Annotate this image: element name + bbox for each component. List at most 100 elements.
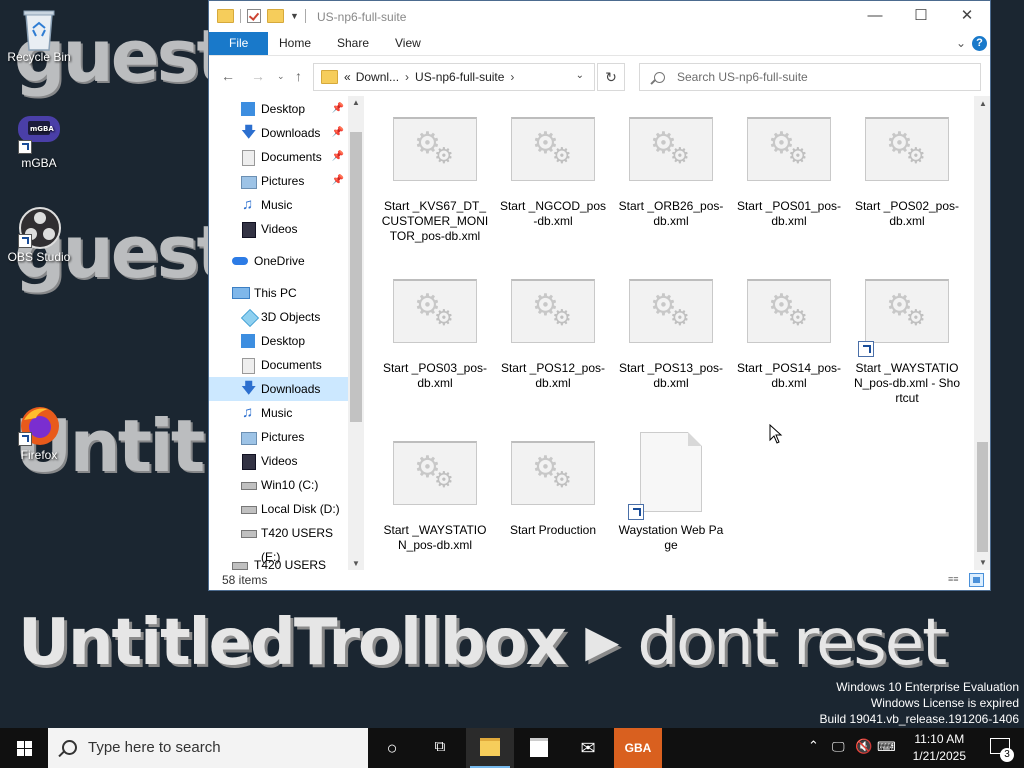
desktop-icon-obs[interactable]: OBS Studio <box>4 206 74 264</box>
file-item[interactable]: ⚙ ⚙ Start _ORB26_pos-db.xml <box>616 117 726 229</box>
file-item[interactable]: ⚙ ⚙ Start _WAYSTATION_pos-db.xml <box>380 441 490 553</box>
file-item[interactable]: ⚙ ⚙ Start Production <box>498 441 608 538</box>
content-scrollbar[interactable]: ▲ ▼ <box>974 96 990 570</box>
keyboard-icon[interactable]: ⌨ <box>877 739 896 755</box>
network-icon[interactable]: 🖵 <box>832 739 845 755</box>
ribbon-tabs: File Home Share View ⌄ ? <box>209 32 990 56</box>
nav-item-music[interactable]: ♫ Music <box>209 193 348 217</box>
file-item[interactable]: ⚙ ⚙ Start _POS03_pos-db.xml <box>380 279 490 391</box>
close-button[interactable]: ✕ <box>944 1 990 32</box>
address-dropdown-icon[interactable]: ⌄ <box>576 70 584 81</box>
file-item[interactable]: ⚙ ⚙ Start _WAYSTATION_pos-db.xml - Shortc… <box>852 279 962 406</box>
desktop-icon-recycle-bin[interactable]: Recycle Bin <box>4 6 74 64</box>
back-arrow-icon[interactable]: ← <box>221 68 235 84</box>
videos-icon <box>242 454 256 470</box>
customize-toolbar-icon[interactable]: ▼ <box>290 11 299 21</box>
nav-label: 3D Objects <box>261 310 321 324</box>
tab-share[interactable]: Share <box>323 32 383 55</box>
chevron-right-icon[interactable]: › <box>405 70 409 84</box>
file-label: Start _POS02_pos-db.xml <box>854 199 960 228</box>
desktop-icon-mgba[interactable]: mGBA mGBA <box>4 112 74 170</box>
details-view-icon[interactable] <box>948 569 963 589</box>
nav-item-desktop[interactable]: Desktop 📌 <box>209 97 348 121</box>
breadcrumb-downloads[interactable]: Downl... <box>356 70 399 84</box>
file-item[interactable]: ⚙ ⚙ Start _POS13_pos-db.xml <box>616 279 726 391</box>
scrollbar-thumb[interactable] <box>977 442 988 552</box>
recent-locations-icon[interactable]: ⌄ <box>277 71 285 82</box>
taskbar-mail[interactable]: ✉ <box>564 728 612 768</box>
explorer-window[interactable]: ▼ US-np6-full-suite — ☐ ✕ File Home Shar… <box>208 0 991 591</box>
search-input[interactable]: Search US-np6-full-suite <box>639 63 981 91</box>
breadcrumb-current[interactable]: US-np6-full-suite <box>415 70 504 84</box>
volume-muted-icon[interactable]: 🔇 <box>855 738 872 755</box>
nav-item-videos-pc[interactable]: Videos <box>209 449 348 473</box>
address-bar[interactable]: « Downl... › US-np6-full-suite › ⌄ <box>313 63 595 91</box>
clock[interactable]: 11:10 AM 1/21/2025 <box>913 731 966 765</box>
taskbar-mgba[interactable]: GBA <box>614 728 662 768</box>
scrollbar-thumb[interactable] <box>350 132 362 422</box>
gear-icon: ⚙ <box>552 467 572 492</box>
nav-item-this-pc[interactable]: This PC <box>209 281 348 305</box>
file-item[interactable]: ⚙ ⚙ Start _POS02_pos-db.xml <box>852 117 962 229</box>
file-item[interactable]: ⚙ ⚙ Start _KVS67_DT_CUSTOMER_MONITOR_pos-… <box>380 117 490 244</box>
start-button[interactable] <box>0 728 48 768</box>
taskbar-file-explorer[interactable] <box>466 728 514 768</box>
chevron-right-icon[interactable]: › <box>510 70 514 84</box>
pin-icon[interactable]: 📌 <box>332 97 344 121</box>
nav-item-documents-pc[interactable]: Documents <box>209 353 348 377</box>
task-view-button[interactable]: ⧉ <box>416 728 464 768</box>
nav-item-downloads[interactable]: 🡇 Downloads 📌 <box>209 121 348 145</box>
nav-item-pictures-pc[interactable]: Pictures <box>209 425 348 449</box>
refresh-button[interactable]: ↻ <box>597 63 625 91</box>
nav-item-videos[interactable]: Videos <box>209 217 348 241</box>
file-item[interactable]: ⚙ ⚙ Start _NGCOD_pos-db.xml <box>498 117 608 229</box>
scroll-up-icon[interactable]: ▲ <box>979 99 987 108</box>
large-icons-view-icon[interactable] <box>969 573 984 587</box>
nav-item-drive-e[interactable]: T420 USERS (E:) <box>209 521 348 564</box>
tab-view[interactable]: View <box>381 32 435 55</box>
nav-item-music-pc[interactable]: ♫ Music <box>209 401 348 425</box>
tab-home[interactable]: Home <box>265 32 325 55</box>
scroll-up-icon[interactable]: ▲ <box>352 98 360 107</box>
up-arrow-icon[interactable]: ↑ <box>295 68 302 84</box>
pin-icon[interactable]: 📌 <box>332 121 344 145</box>
scroll-down-icon[interactable]: ▼ <box>979 558 987 567</box>
title-bar[interactable]: ▼ US-np6-full-suite — ☐ ✕ <box>209 1 990 32</box>
nav-item-desktop-pc[interactable]: Desktop <box>209 329 348 353</box>
help-icon[interactable]: ? <box>972 36 987 51</box>
cortana-button[interactable]: ○ <box>368 728 416 768</box>
wallpaper-banner-right: dont reset <box>637 606 947 680</box>
nav-item-drive-e-root[interactable]: T420 USERS (E:) <box>209 553 348 570</box>
taskbar-store[interactable] <box>515 728 563 768</box>
show-hidden-icons-icon[interactable]: ⌃ <box>808 738 819 754</box>
svg-text:mGBA: mGBA <box>30 125 54 133</box>
taskbar-search-box[interactable]: Type here to search <box>48 728 368 768</box>
pin-icon[interactable]: 📌 <box>332 145 344 169</box>
maximize-button[interactable]: ☐ <box>898 1 944 32</box>
file-item[interactable]: ⚙ ⚙ Start _POS14_pos-db.xml <box>734 279 844 391</box>
nav-item-onedrive[interactable]: OneDrive <box>209 249 348 273</box>
cortana-circle-icon: ○ <box>386 738 398 758</box>
minimize-button[interactable]: — <box>852 1 898 32</box>
nav-item-drive-c[interactable]: Win10 (C:) <box>209 473 348 497</box>
mgba-icon: mGBA <box>18 112 60 154</box>
new-folder-icon[interactable] <box>267 9 284 23</box>
nav-label: Local Disk (D:) <box>261 502 340 516</box>
file-item[interactable]: ⚙ ⚙ Start _POS12_pos-db.xml <box>498 279 608 391</box>
nav-item-downloads-pc[interactable]: 🡇 Downloads <box>209 377 348 401</box>
file-item[interactable]: Waystation Web Page <box>616 432 726 553</box>
file-item[interactable]: ⚙ ⚙ Start _POS01_pos-db.xml <box>734 117 844 229</box>
scroll-down-icon[interactable]: ▼ <box>352 559 360 568</box>
properties-icon[interactable] <box>247 9 261 23</box>
nav-item-drive-d[interactable]: Local Disk (D:) <box>209 497 348 521</box>
nav-item-3d-objects[interactable]: 3D Objects <box>209 305 348 329</box>
pin-icon[interactable]: 📌 <box>332 169 344 193</box>
address-overflow[interactable]: « <box>344 70 351 84</box>
nav-scrollbar[interactable]: ▲ ▼ <box>348 96 364 570</box>
tab-file[interactable]: File <box>209 32 269 55</box>
desktop-icon-firefox[interactable]: Firefox <box>4 404 74 462</box>
nav-item-documents[interactable]: Documents 📌 <box>209 145 348 169</box>
nav-item-pictures[interactable]: Pictures 📌 <box>209 169 348 193</box>
expand-ribbon-icon[interactable]: ⌄ <box>956 36 966 50</box>
forward-arrow-icon[interactable]: → <box>251 68 265 84</box>
